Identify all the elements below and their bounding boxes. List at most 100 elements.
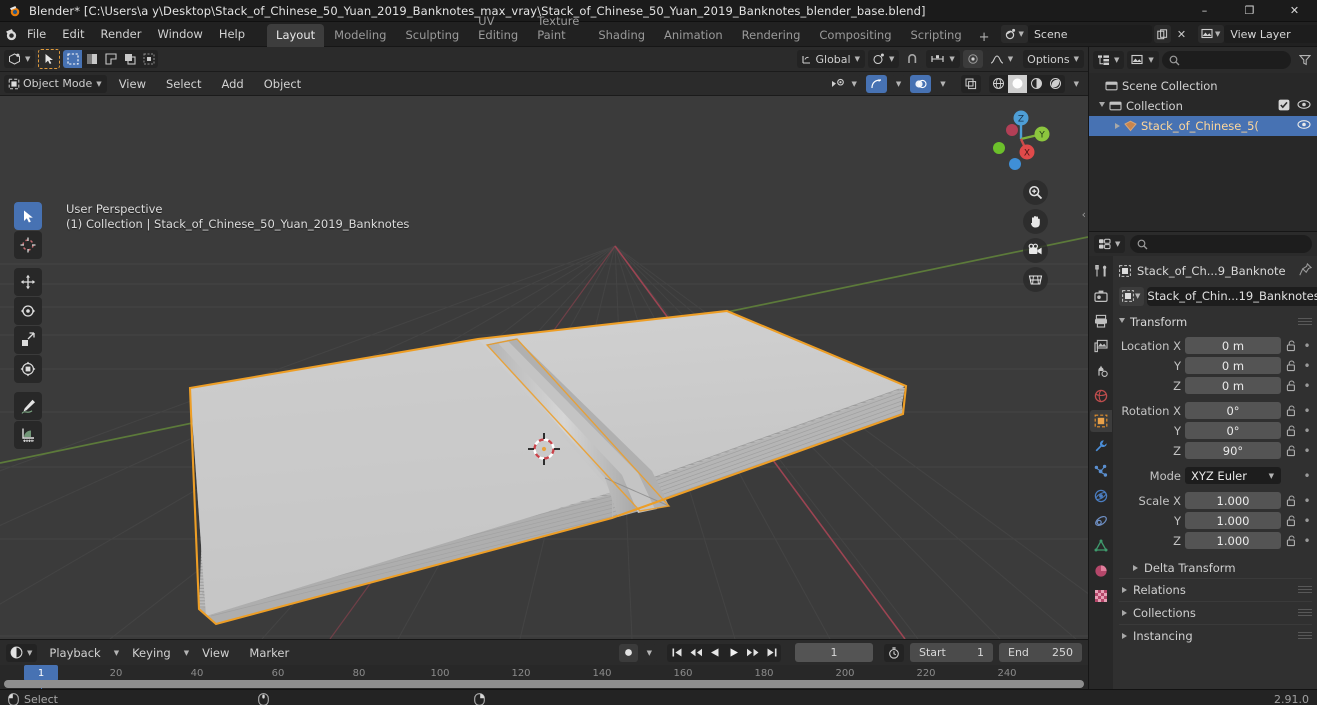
- filter-icon[interactable]: [1296, 51, 1313, 69]
- animate-property-dot[interactable]: •: [1302, 494, 1312, 508]
- location-z-value[interactable]: 0 m: [1185, 377, 1281, 394]
- pivot-point-selector[interactable]: ▼: [867, 50, 900, 68]
- overlay-options-selector[interactable]: ▼: [935, 74, 951, 93]
- timeline-menu-keying[interactable]: Keying: [124, 643, 179, 663]
- timeline-ruler[interactable]: 20 40 60 80 100 120 140 160 180 200 220 …: [0, 665, 1088, 689]
- lock-icon[interactable]: [1285, 379, 1298, 392]
- transform-panel-header[interactable]: Transform: [1119, 312, 1312, 332]
- lock-icon[interactable]: [1285, 404, 1298, 417]
- outliner-editor-type-selector[interactable]: ▼: [1093, 51, 1125, 69]
- workspace-tab-compositing[interactable]: Compositing: [810, 24, 900, 47]
- collections-panel[interactable]: Collections: [1119, 601, 1312, 624]
- editor-type-selector[interactable]: ▼: [4, 50, 36, 68]
- animate-property-dot[interactable]: •: [1302, 534, 1312, 548]
- rendered-shading-icon[interactable]: [1046, 75, 1065, 93]
- eye-icon[interactable]: [1297, 99, 1311, 113]
- location-x-value[interactable]: 0 m: [1185, 337, 1281, 354]
- eye-icon[interactable]: [1297, 119, 1311, 133]
- material-tab[interactable]: [1090, 560, 1112, 582]
- expander-right-icon[interactable]: [1122, 587, 1127, 593]
- viewport-menu-object[interactable]: Object: [256, 74, 309, 94]
- viewport-options-button[interactable]: Options ▼: [1023, 50, 1084, 68]
- animate-property-dot[interactable]: •: [1302, 379, 1312, 393]
- lock-icon[interactable]: [1285, 339, 1298, 352]
- workspace-tab-shading[interactable]: Shading: [589, 24, 654, 47]
- start-frame-field[interactable]: Start 1: [910, 643, 993, 662]
- transform-orientation-selector[interactable]: Global ▼: [796, 50, 865, 68]
- expander-right-icon[interactable]: [1133, 564, 1138, 571]
- object-mode-selector[interactable]: Object Mode ▼: [4, 74, 107, 93]
- animate-property-dot[interactable]: •: [1302, 424, 1312, 438]
- prev-keyframe-button[interactable]: [686, 644, 705, 662]
- viewport-canvas[interactable]: [0, 96, 1088, 639]
- modifier-tab[interactable]: [1090, 435, 1112, 457]
- rotate-tool[interactable]: [14, 297, 42, 325]
- lock-icon[interactable]: [1285, 494, 1298, 507]
- menu-edit[interactable]: Edit: [54, 24, 92, 44]
- measure-tool[interactable]: [14, 421, 42, 449]
- delta-transform-subpanel[interactable]: Delta Transform: [1119, 557, 1312, 578]
- outliner-display-mode-selector[interactable]: ▼: [1127, 51, 1159, 69]
- physics-tab[interactable]: [1090, 485, 1112, 507]
- zoom-icon[interactable]: [1023, 180, 1048, 205]
- animate-property-dot[interactable]: •: [1302, 514, 1312, 528]
- menu-file[interactable]: File: [19, 24, 54, 44]
- add-workspace-button[interactable]: +: [972, 28, 997, 47]
- xray-toggle[interactable]: [960, 74, 981, 93]
- properties-search-input[interactable]: [1130, 235, 1312, 253]
- timeline-menu-playback[interactable]: Playback: [41, 643, 108, 663]
- menu-window[interactable]: Window: [149, 24, 210, 44]
- gizmo-options-selector[interactable]: ▼: [890, 74, 907, 93]
- workspace-tab-layout[interactable]: Layout: [267, 23, 325, 47]
- select-subtract-icon[interactable]: [101, 50, 120, 68]
- outliner-search-input[interactable]: [1161, 51, 1291, 69]
- lock-icon[interactable]: [1285, 359, 1298, 372]
- expander-right-icon[interactable]: [1122, 610, 1127, 616]
- auto-keying-options[interactable]: ▼: [641, 643, 657, 662]
- view-layer-browse-icon[interactable]: ▼: [1197, 25, 1225, 43]
- animate-property-dot[interactable]: •: [1302, 444, 1312, 458]
- material-preview-shading-icon[interactable]: [1027, 75, 1046, 93]
- view-layer-tab[interactable]: [1090, 335, 1112, 357]
- minimize-button[interactable]: –: [1182, 0, 1227, 22]
- location-y-value[interactable]: 0 m: [1185, 357, 1281, 374]
- pin-icon[interactable]: [1299, 262, 1313, 279]
- outliner-row-stack-of-chinese[interactable]: Stack_of_Chinese_5(: [1089, 116, 1317, 136]
- constraints-tab[interactable]: [1090, 510, 1112, 532]
- scene-browse-icon[interactable]: ▼: [1000, 25, 1028, 43]
- next-keyframe-button[interactable]: [743, 644, 762, 662]
- proportional-editing-toggle[interactable]: [962, 50, 983, 68]
- expander-down-icon[interactable]: [1099, 102, 1105, 110]
- end-frame-field[interactable]: End 250: [999, 643, 1082, 662]
- render-tab[interactable]: [1090, 285, 1112, 307]
- world-tab[interactable]: [1090, 385, 1112, 407]
- viewport-menu-add[interactable]: Add: [213, 74, 251, 94]
- menu-render[interactable]: Render: [93, 24, 150, 44]
- transform-tool[interactable]: [14, 355, 42, 383]
- scale-z-value[interactable]: 1.000: [1185, 532, 1281, 549]
- viewport-menu-view[interactable]: View: [111, 74, 154, 94]
- particles-tab[interactable]: [1090, 460, 1112, 482]
- viewport-menu-select[interactable]: Select: [158, 74, 209, 94]
- animate-property-dot[interactable]: •: [1302, 404, 1312, 418]
- wireframe-shading-icon[interactable]: [989, 75, 1008, 93]
- play-button[interactable]: [724, 644, 743, 662]
- show-overlays-toggle[interactable]: [910, 74, 932, 93]
- navigation-gizmo[interactable]: Z Y X: [984, 102, 1058, 176]
- lock-icon[interactable]: [1285, 514, 1298, 527]
- move-tool[interactable]: [14, 268, 42, 296]
- workspace-tab-modeling[interactable]: Modeling: [325, 24, 395, 47]
- toggle-orthographic-icon[interactable]: [1023, 267, 1048, 292]
- timeline-menu-marker[interactable]: Marker: [241, 643, 297, 663]
- outliner-row-collection[interactable]: Collection: [1089, 96, 1317, 116]
- workspace-tab-sculpting[interactable]: Sculpting: [396, 24, 468, 47]
- object-tab[interactable]: [1090, 410, 1112, 432]
- shading-options-selector[interactable]: ▼: [1068, 74, 1084, 93]
- select-difference-icon[interactable]: [139, 50, 158, 68]
- snap-toggle[interactable]: [902, 50, 924, 68]
- expander-down-icon[interactable]: [1119, 318, 1125, 326]
- select-intersect-icon[interactable]: [120, 50, 139, 68]
- visibility-selector[interactable]: ▼: [827, 74, 862, 93]
- playhead[interactable]: 1: [24, 665, 58, 681]
- animate-property-dot[interactable]: •: [1302, 359, 1312, 373]
